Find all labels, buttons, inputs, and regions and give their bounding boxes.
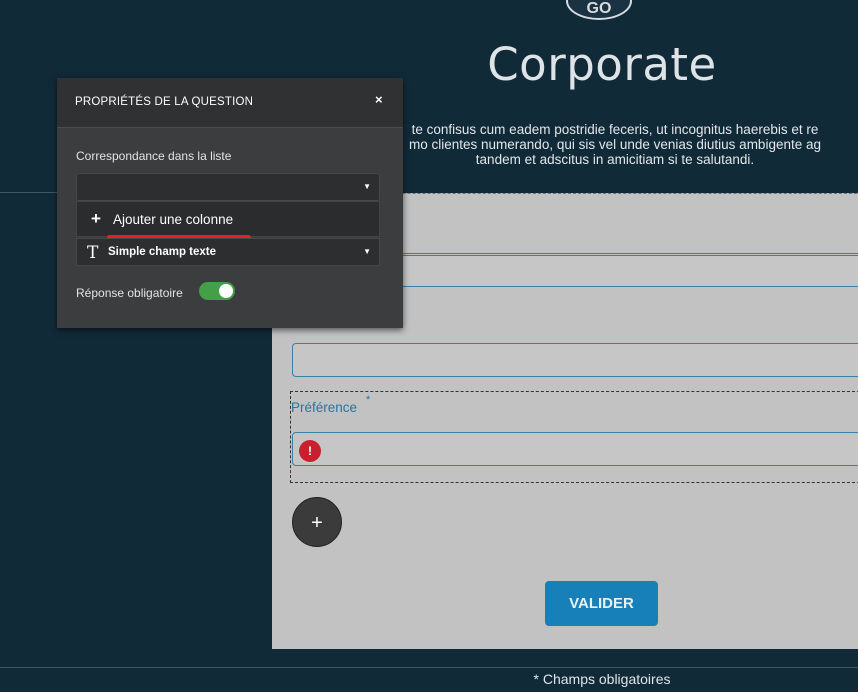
submit-button[interactable]: VALIDER xyxy=(545,581,658,626)
divider xyxy=(0,667,858,668)
preference-input[interactable] xyxy=(292,432,858,466)
intro-text: te confisus cum eadem postridie feceris,… xyxy=(370,122,858,167)
plus-icon: + xyxy=(91,209,101,228)
required-star: * xyxy=(366,394,371,406)
text-field[interactable] xyxy=(403,255,858,287)
text-field[interactable] xyxy=(292,343,858,377)
warning-icon: ! xyxy=(299,440,321,462)
mapping-select[interactable]: ▼ xyxy=(76,173,380,201)
panel-header: PROPRIÉTÉS DE LA QUESTION × xyxy=(57,78,403,128)
required-toggle[interactable] xyxy=(199,282,235,300)
panel-title: PROPRIÉTÉS DE LA QUESTION xyxy=(75,96,254,108)
dropdown-menu: + Ajouter une colonne xyxy=(76,201,380,237)
brand-title: Corporate xyxy=(487,38,717,91)
caret-down-icon: ▼ xyxy=(363,247,371,256)
intro-line: te confisus cum eadem postridie feceris,… xyxy=(411,122,819,137)
toggle-knob xyxy=(219,284,233,298)
intro-line: tandem et adscitus in amicitiam si te sa… xyxy=(475,152,755,167)
footer-note: * Champs obligatoires xyxy=(533,671,671,687)
text-type-icon: T xyxy=(87,243,99,263)
required-label: Réponse obligatoire xyxy=(76,286,183,300)
field-type-label: Simple champ texte xyxy=(108,246,217,258)
add-question-button[interactable]: + xyxy=(292,497,342,547)
field-type-select[interactable]: T Simple champ texte ▼ xyxy=(76,238,380,266)
intro-line: mo clientes numerando, qui sis vel unde … xyxy=(409,137,821,152)
close-icon[interactable]: × xyxy=(375,92,383,107)
question-properties-panel: PROPRIÉTÉS DE LA QUESTION × Correspondan… xyxy=(57,78,403,328)
question-label: Préférence xyxy=(291,400,358,415)
logo-badge: GO xyxy=(566,0,632,20)
caret-down-icon: ▼ xyxy=(363,182,371,191)
field-underline xyxy=(403,253,858,254)
mapping-label: Correspondance dans la liste xyxy=(76,149,232,163)
add-column-option[interactable]: Ajouter une colonne xyxy=(113,212,233,227)
